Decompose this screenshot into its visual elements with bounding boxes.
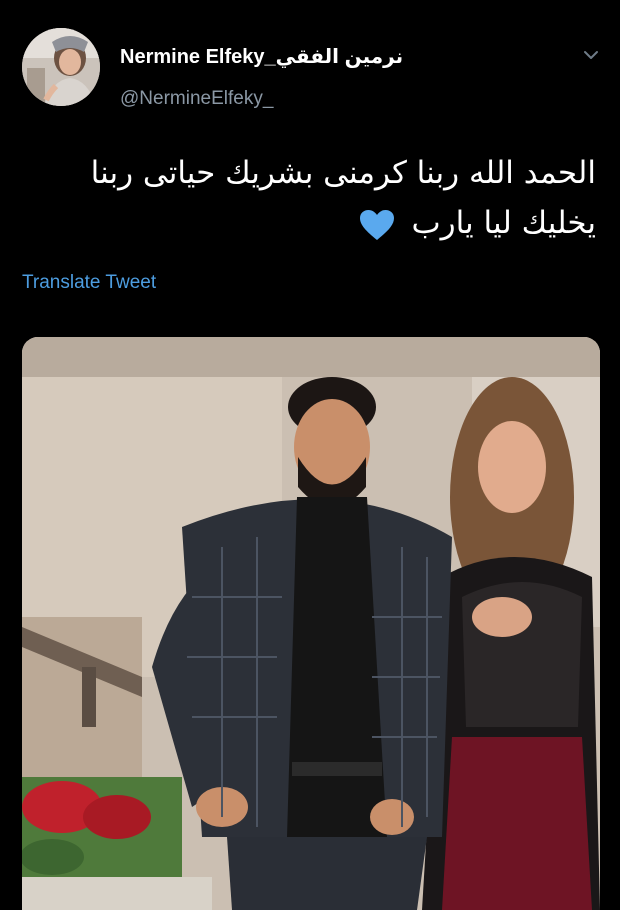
user-handle[interactable]: @NermineElfeky_ bbox=[120, 88, 273, 110]
chevron-down-icon[interactable] bbox=[580, 44, 602, 66]
tweet-photo[interactable] bbox=[22, 337, 600, 910]
translate-tweet-link[interactable]: Translate Tweet bbox=[22, 272, 156, 294]
tweet: Nermine Elfeky_نرمين الفقي @NermineElfek… bbox=[0, 0, 620, 910]
display-name[interactable]: Nermine Elfeky_نرمين الفقي bbox=[120, 44, 403, 69]
avatar[interactable] bbox=[22, 28, 100, 106]
tweet-text: الحمد الله ربنا كرمنى بشريك حياتى ربنا ي… bbox=[26, 148, 596, 248]
tweet-text-line-2: يخليك ليا يارب bbox=[26, 198, 596, 248]
blue-heart-icon bbox=[359, 209, 394, 240]
avatar-photo bbox=[22, 28, 100, 106]
tweet-text-line-2-text: يخليك ليا يارب bbox=[411, 205, 596, 241]
display-name-row: Nermine Elfeky_نرمين الفقي bbox=[120, 44, 403, 69]
couple-photo bbox=[22, 337, 600, 910]
tweet-text-line-1: الحمد الله ربنا كرمنى بشريك حياتى ربنا bbox=[90, 155, 596, 191]
